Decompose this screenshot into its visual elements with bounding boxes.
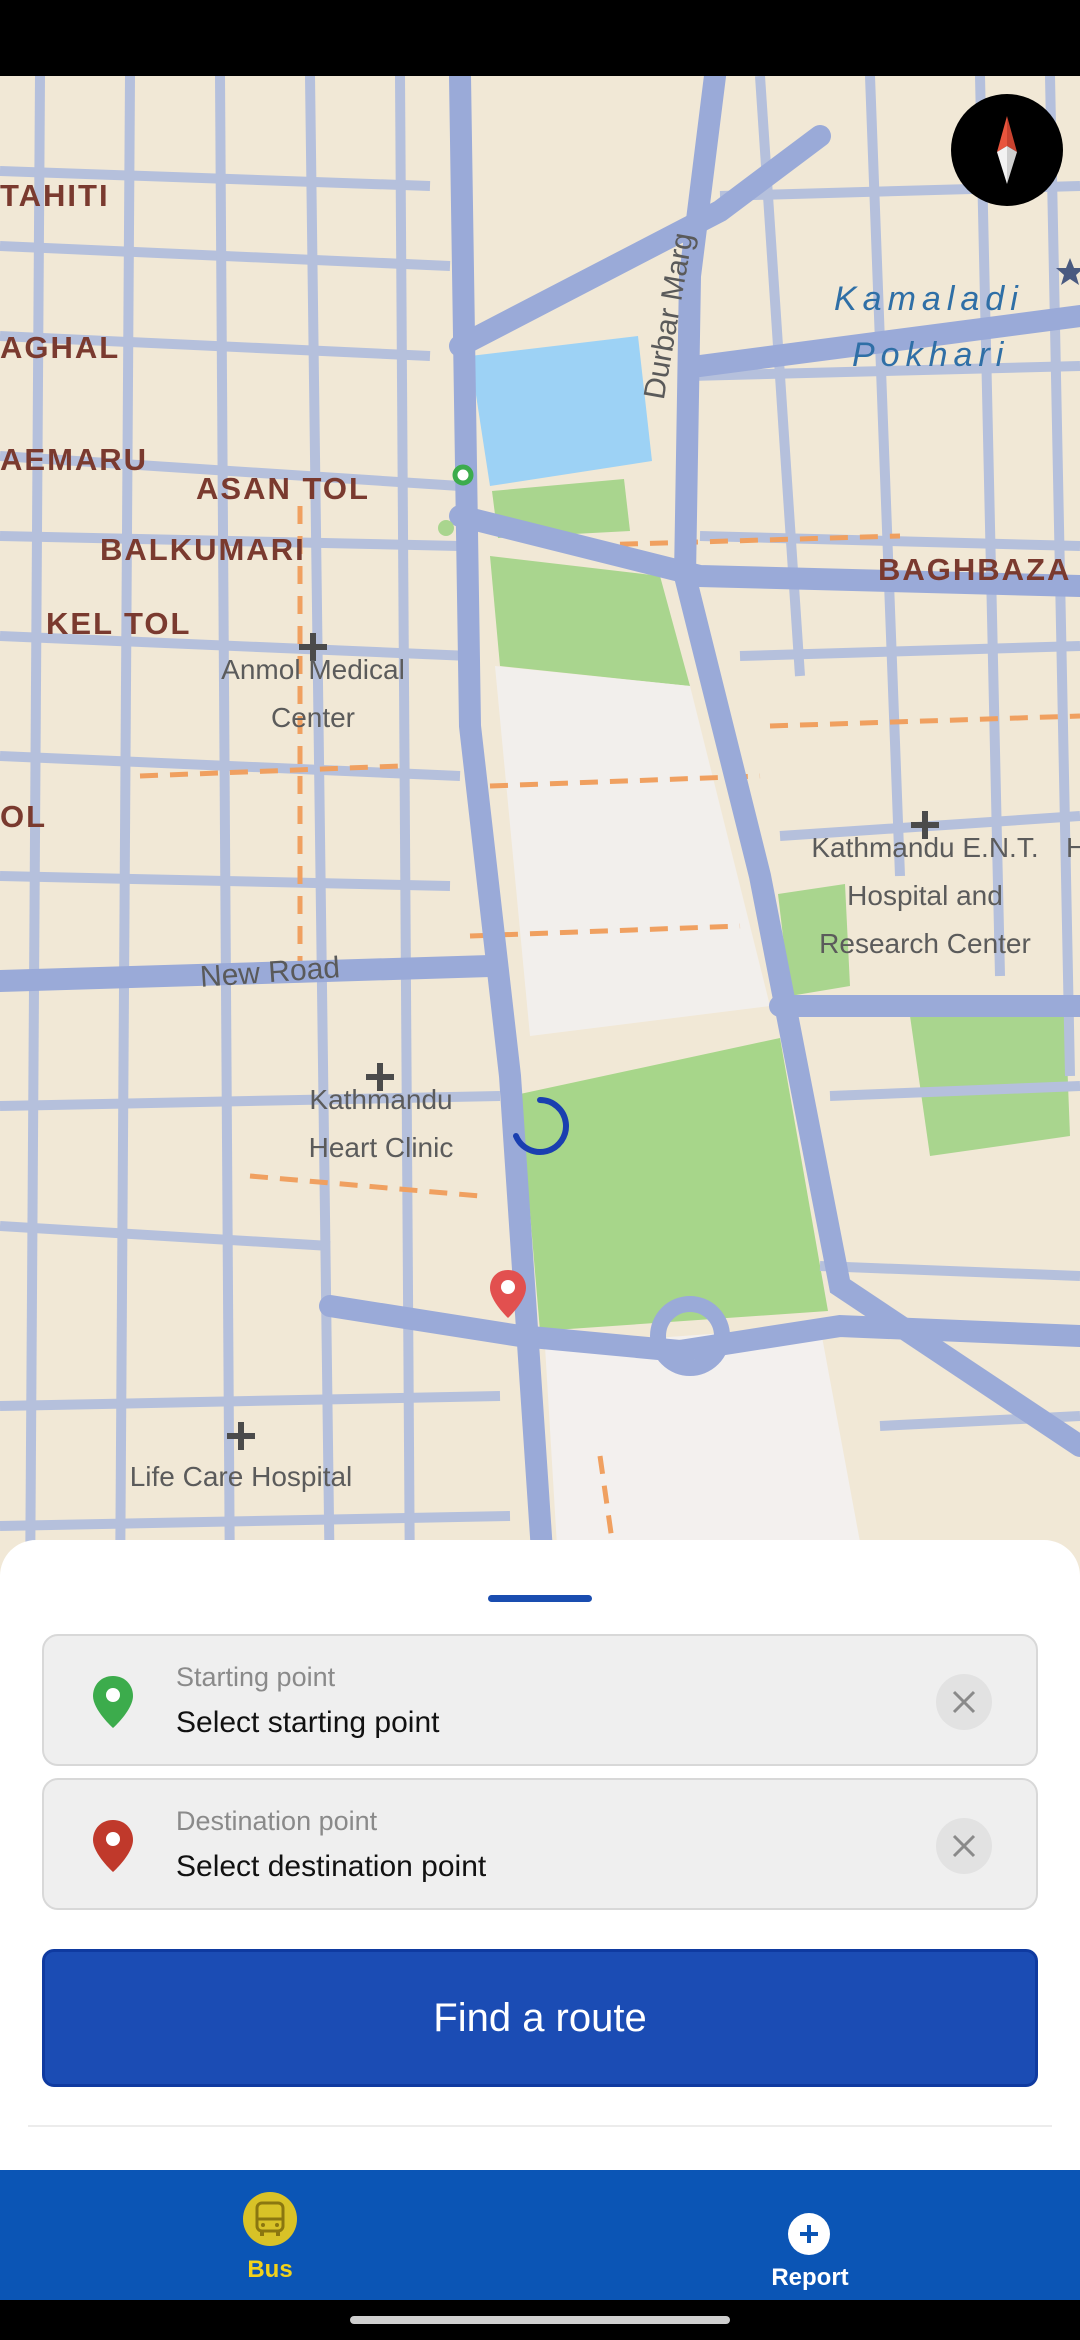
- map-view[interactable]: TAHITI AGHAL AEMARU ASAN TOL BALKUMARI K…: [0, 76, 1080, 1596]
- loading-spinner-icon: [513, 1097, 569, 1155]
- star-icon: [1056, 258, 1080, 285]
- destination-point-field[interactable]: Destination point Select destination poi…: [42, 1778, 1038, 1910]
- map-poi-label[interactable]: Anmol Medical Center: [190, 646, 436, 742]
- bottom-navigation: Bus Report: [0, 2170, 1080, 2300]
- compass-button[interactable]: [951, 94, 1063, 206]
- map-area-label: KEL TOL: [46, 606, 192, 641]
- find-route-button[interactable]: Find a route: [42, 1949, 1038, 2087]
- compass-icon: [997, 116, 1017, 184]
- clear-destination-button[interactable]: [936, 1818, 992, 1874]
- destination-point-value[interactable]: Select destination point: [176, 1850, 486, 1884]
- nav-label-report: Report: [771, 2264, 849, 2291]
- map-area-label: BAGHBAZA: [878, 552, 1072, 587]
- drag-handle[interactable]: [488, 1595, 592, 1602]
- map-water-label: Kamaladi: [834, 280, 1024, 318]
- nav-label-bus: Bus: [247, 2256, 293, 2283]
- hospital-marker-icon[interactable]: [227, 1422, 255, 1450]
- map-area-label: ASAN TOL: [196, 471, 370, 506]
- map-area-label: TAHITI: [0, 178, 110, 213]
- location-pin-red-icon: [93, 1820, 133, 1872]
- location-pin-green-icon: [93, 1676, 133, 1728]
- starting-point-value[interactable]: Select starting point: [176, 1706, 439, 1740]
- route-panel: Starting point Select starting point Des…: [0, 1540, 1080, 2170]
- close-icon: [952, 1834, 976, 1858]
- map-area-label: AGHAL: [0, 330, 121, 365]
- nav-item-report[interactable]: Report: [540, 2170, 1080, 2300]
- destination-point-caption: Destination point: [176, 1806, 378, 1836]
- map-poi-label[interactable]: Life Care Hospital: [100, 1453, 382, 1501]
- location-pin-red-icon[interactable]: [488, 1268, 528, 1320]
- gesture-area: [0, 2300, 1080, 2340]
- home-indicator[interactable]: [350, 2316, 730, 2324]
- divider: [28, 2125, 1052, 2127]
- map-area-label: OL: [0, 799, 48, 834]
- nav-item-bus[interactable]: Bus: [0, 2170, 540, 2300]
- map-water-label: Pokhari: [852, 336, 1010, 374]
- clear-start-button[interactable]: [936, 1674, 992, 1730]
- bus-icon: [243, 2192, 297, 2246]
- map-poi-label: H: [1066, 832, 1080, 863]
- starting-point-field[interactable]: Starting point Select starting point: [42, 1634, 1038, 1766]
- map-area-label: AEMARU: [0, 442, 149, 477]
- map-area-label: BALKUMARI: [100, 532, 306, 567]
- close-icon: [952, 1690, 976, 1714]
- status-bar: [0, 0, 1080, 76]
- starting-point-caption: Starting point: [176, 1662, 336, 1692]
- add-circle-icon: [788, 2213, 830, 2255]
- map-poi-label[interactable]: Kathmandu E.N.T. Hospital and Research Cen…: [790, 824, 1060, 968]
- map-poi-label[interactable]: Kathmandu Heart Clinic: [270, 1076, 492, 1172]
